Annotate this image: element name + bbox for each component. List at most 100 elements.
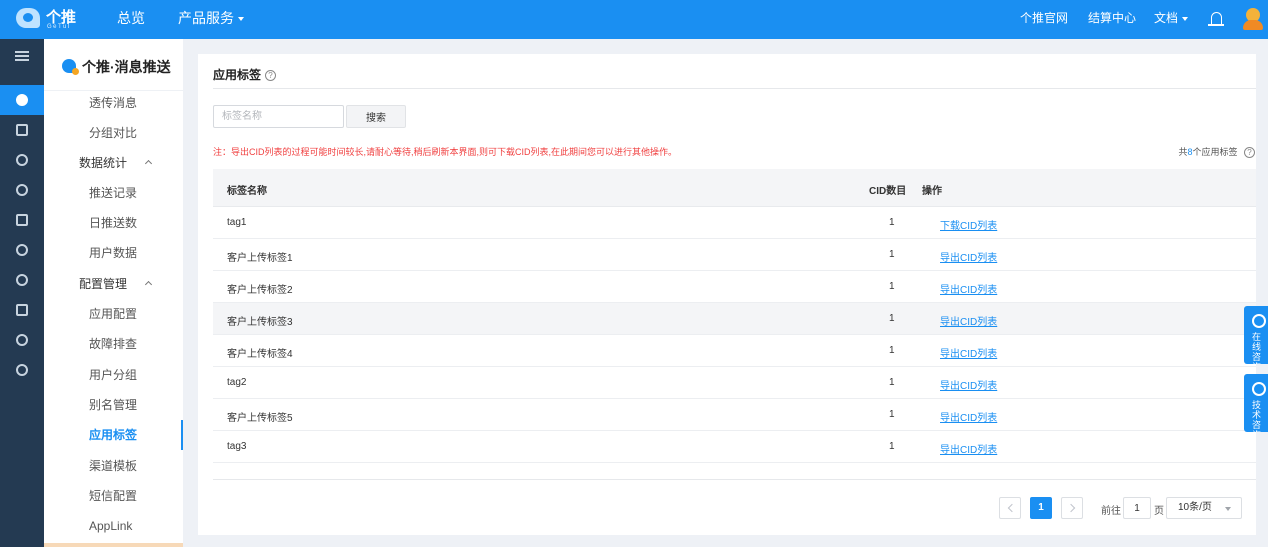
sidebar-item-user-data[interactable]: 用户数据 xyxy=(44,238,183,268)
nav-products[interactable]: 产品服务 xyxy=(178,0,244,39)
sidebar-item-sms-config[interactable]: 短信配置 xyxy=(44,481,183,511)
column-header-cid-count: CID数目 xyxy=(869,186,907,197)
export-cid-list-link[interactable]: 导出CID列表 xyxy=(940,281,997,296)
badge-icon xyxy=(16,334,28,346)
sidebar-group-label: 配置管理 xyxy=(79,277,128,291)
table-row: tag3 1 导出CID列表 xyxy=(213,431,1256,463)
row-cid-count: 1 xyxy=(889,345,895,356)
sidebar-submenu: 个推·消息推送 透传消息 分组对比 数据统计 推送记录 日推送数 用户数据 配置… xyxy=(44,39,183,547)
chevron-down-icon xyxy=(1182,16,1189,21)
rail-item-7[interactable] xyxy=(0,265,44,295)
chevron-left-icon xyxy=(1007,503,1017,513)
goto-page-input[interactable] xyxy=(1123,497,1151,519)
tech-consult-widget[interactable]: 技术咨询 xyxy=(1244,374,1268,432)
link-billing-center[interactable]: 结算中心 xyxy=(1088,0,1136,39)
next-page-button[interactable] xyxy=(1061,497,1083,519)
sidebar-item-channel-template[interactable]: 渠道模板 xyxy=(44,451,183,481)
table-row: 客户上传标签2 1 导出CID列表 xyxy=(213,271,1256,303)
column-header-action: 操作 xyxy=(922,186,942,197)
rail-item-push[interactable] xyxy=(0,85,44,115)
table-row: 客户上传标签3 1 导出CID列表 xyxy=(213,303,1256,335)
page-size-select[interactable]: 10条/页 xyxy=(1166,497,1242,519)
search-circle-icon xyxy=(16,364,28,376)
sidebar-item-passthrough[interactable]: 透传消息 xyxy=(44,88,183,118)
avatar[interactable] xyxy=(1242,6,1264,30)
top-bar: 个推 GeTuI 总览 产品服务 个推官网 结算中心 文档 xyxy=(0,0,1268,39)
table-row: tag1 1 下载CID列表 xyxy=(213,207,1256,239)
sidebar-item-app-tags[interactable]: 应用标签 xyxy=(44,420,183,450)
rail-item-8[interactable] xyxy=(0,295,44,325)
table-row: 客户上传标签4 1 导出CID列表 xyxy=(213,335,1256,367)
export-cid-list-link[interactable]: 导出CID列表 xyxy=(940,409,997,424)
prev-page-button[interactable] xyxy=(999,497,1021,519)
link-docs[interactable]: 文档 xyxy=(1154,0,1189,39)
page-title-text: 应用标签 xyxy=(213,68,262,82)
menu-toggle-icon[interactable] xyxy=(15,51,29,61)
sidebar-item-user-group[interactable]: 用户分组 xyxy=(44,360,183,390)
bookmark-icon xyxy=(16,214,28,226)
help-icon[interactable]: ? xyxy=(1244,147,1255,159)
shield-icon xyxy=(16,274,28,286)
count-suffix: 个应用标签 xyxy=(1192,147,1238,157)
row-cid-count: 1 xyxy=(889,217,895,228)
export-notice: 注：导出CID列表的过程可能时间较长,请耐心等待,稍后刷新本界面,则可下载CID… xyxy=(213,147,678,157)
export-cid-list-link[interactable]: 导出CID列表 xyxy=(940,441,997,456)
tag-name-search-input[interactable] xyxy=(213,105,344,128)
table-bottom-divider xyxy=(213,479,1256,480)
row-tag-name: tag2 xyxy=(227,377,247,388)
rail-item-9[interactable] xyxy=(0,325,44,355)
sidebar-item-troubleshoot[interactable]: 故障排查 xyxy=(44,329,183,359)
sidebar-item-group-compare[interactable]: 分组对比 xyxy=(44,118,183,148)
content-card: 应用标签? 搜索 注：导出CID列表的过程可能时间较长,请耐心等待,稍后刷新本界… xyxy=(198,54,1256,535)
sidebar-item-applink[interactable]: AppLink xyxy=(44,511,183,541)
page-size-value: 10条/页 xyxy=(1178,502,1212,513)
tech-consult-label: 技术咨询 xyxy=(1252,400,1262,432)
search-button[interactable]: 搜索 xyxy=(346,105,406,128)
title-divider xyxy=(213,88,1256,89)
logo-icon xyxy=(16,8,40,28)
avatar-body xyxy=(1243,20,1263,30)
export-cid-list-link[interactable]: 导出CID列表 xyxy=(940,345,997,360)
sidebar-item-alias[interactable]: 别名管理 xyxy=(44,390,183,420)
export-cid-list-link[interactable]: 导出CID列表 xyxy=(940,313,997,328)
bell-icon[interactable] xyxy=(1208,12,1224,26)
row-cid-count: 1 xyxy=(889,313,895,324)
nav-products-label: 产品服务 xyxy=(178,10,234,26)
row-cid-count: 1 xyxy=(889,441,895,452)
online-consult-widget[interactable]: 在线咨询 xyxy=(1244,306,1268,364)
goto-suffix: 页 xyxy=(1154,506,1164,517)
export-cid-list-link[interactable]: 导出CID列表 xyxy=(940,249,997,264)
download-cid-list-link[interactable]: 下载CID列表 xyxy=(940,217,997,232)
rail-item-5[interactable] xyxy=(0,205,44,235)
chat-icon xyxy=(1252,382,1266,396)
tag-count: 共8个应用标签 ? xyxy=(1178,145,1255,159)
submenu-header: 个推·消息推送 xyxy=(44,39,183,91)
chevron-up-icon xyxy=(144,280,153,289)
submenu-bottom-strip xyxy=(44,543,183,547)
rail-item-6[interactable] xyxy=(0,235,44,265)
rail-item-10[interactable] xyxy=(0,355,44,385)
help-icon[interactable]: ? xyxy=(265,70,277,82)
sidebar-item-app-config[interactable]: 应用配置 xyxy=(44,299,183,329)
sidebar-group-config[interactable]: 配置管理 xyxy=(44,269,183,299)
page-1-button[interactable]: 1 xyxy=(1030,497,1052,519)
sidebar-item-daily-push[interactable]: 日推送数 xyxy=(44,208,183,238)
table-row: tag2 1 导出CID列表 xyxy=(213,367,1256,399)
table-row: 客户上传标签1 1 导出CID列表 xyxy=(213,239,1256,271)
submenu-title: 个推·消息推送 xyxy=(82,59,171,75)
rail-item-4[interactable] xyxy=(0,175,44,205)
table-row: 客户上传标签5 1 导出CID列表 xyxy=(213,399,1256,431)
tags-table: 标签名称 CID数目 操作 tag1 1 下载CID列表 客户上传标签1 1 导… xyxy=(213,169,1256,463)
export-cid-list-link[interactable]: 导出CID列表 xyxy=(940,377,997,392)
sidebar-item-push-records[interactable]: 推送记录 xyxy=(44,178,183,208)
rail-item-2[interactable] xyxy=(0,115,44,145)
link-official-site[interactable]: 个推官网 xyxy=(1020,0,1068,39)
nav-overview[interactable]: 总览 xyxy=(117,0,145,39)
table-header: 标签名称 CID数目 操作 xyxy=(213,169,1256,207)
sidebar-group-statistics[interactable]: 数据统计 xyxy=(44,148,183,178)
row-cid-count: 1 xyxy=(889,249,895,260)
getui-logo[interactable]: 个推 GeTuI xyxy=(16,6,86,34)
rail-item-3[interactable] xyxy=(0,145,44,175)
row-cid-count: 1 xyxy=(889,281,895,292)
column-header-tag-name: 标签名称 xyxy=(227,186,267,197)
